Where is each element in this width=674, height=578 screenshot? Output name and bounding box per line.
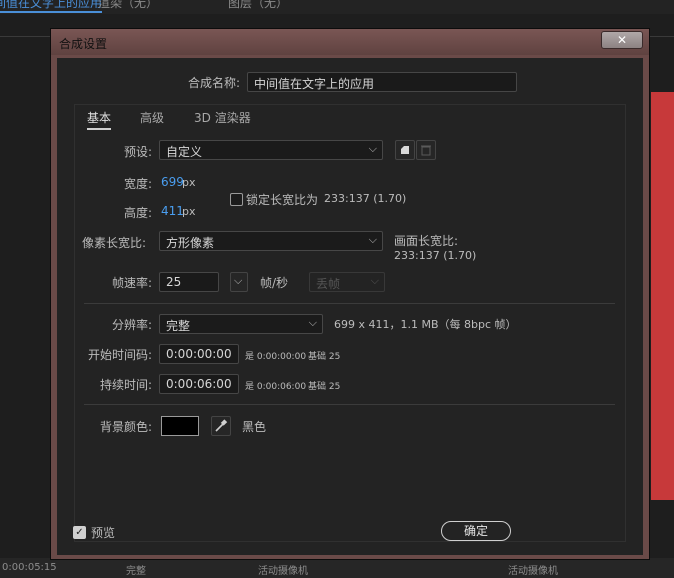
bg-color-swatch[interactable] xyxy=(161,416,199,436)
chevron-down-icon: ⌵ xyxy=(308,316,317,329)
chevron-down-icon: ⌵ xyxy=(368,233,377,246)
frame-rate-unit: 帧/秒 xyxy=(260,276,289,290)
lock-aspect-label: 锁定长宽比为 xyxy=(246,193,319,207)
background-tab-composition[interactable]: 中间值在文字上的应用 xyxy=(0,0,103,13)
resolution-label: 分辨率: xyxy=(112,318,153,332)
drop-frame-value: 丢帧 xyxy=(316,277,341,291)
background-tab-render[interactable]: 渲染（无） xyxy=(98,0,158,11)
close-button[interactable]: ✕ xyxy=(601,31,643,49)
resolution-info: 699 x 411，1.1 MB（每 8bpc 帧） xyxy=(334,318,517,331)
tab-advanced[interactable]: 高级 xyxy=(140,109,164,126)
preset-value: 自定义 xyxy=(166,145,203,159)
duration-equals: 是 0:00:06:00 xyxy=(245,382,307,392)
frame-rate-input[interactable]: 25 xyxy=(159,272,219,292)
eyedropper-button[interactable] xyxy=(211,416,231,436)
background-tab-layer[interactable]: 图层（无） xyxy=(228,0,288,11)
dialog-titlebar[interactable]: 合成设置 ✕ xyxy=(51,29,649,55)
lock-aspect-ratio: 233:137 (1.70) xyxy=(324,192,407,205)
start-timecode-base: 基础 25 xyxy=(308,352,341,362)
frame-aspect-value: 233:137 (1.70) xyxy=(394,249,477,262)
background-camera[interactable]: 活动摄像机 xyxy=(258,562,308,577)
preset-select[interactable]: 自定义 ⌵ xyxy=(159,140,383,160)
dialog-content: 合成名称: 中间值在文字上的应用 基本 高级 3D 渲染器 预设: 自定义 ⌵ … xyxy=(57,58,643,555)
resolution-select[interactable]: 完整 ⌵ xyxy=(159,314,323,334)
chevron-down-icon: ⌵ xyxy=(368,142,377,155)
width-value[interactable]: 699 xyxy=(161,175,184,189)
section-divider xyxy=(84,404,615,405)
delete-preset-button[interactable] xyxy=(416,140,436,160)
duration-input[interactable]: 0:00:06:00 xyxy=(159,374,239,394)
save-preset-button[interactable] xyxy=(395,140,415,160)
background-camera-2[interactable]: 活动摄像机 xyxy=(508,562,558,577)
height-unit: px xyxy=(182,205,196,218)
preset-label: 预设: xyxy=(124,145,153,159)
comp-name-label: 合成名称: xyxy=(188,76,241,90)
width-label: 宽度: xyxy=(124,177,153,191)
ok-button[interactable]: 确定 xyxy=(441,521,511,541)
background-tab-bar: 中间值在文字上的应用 渲染（无） 图层（无） xyxy=(0,0,674,14)
background-composition-preview xyxy=(651,92,674,500)
comp-name-input[interactable]: 中间值在文字上的应用 xyxy=(247,72,517,92)
duration-label: 持续时间: xyxy=(100,378,153,392)
resolution-value: 完整 xyxy=(166,319,191,333)
trash-icon xyxy=(421,145,431,156)
width-unit: px xyxy=(182,176,196,189)
height-label: 高度: xyxy=(124,206,153,220)
pixel-aspect-value: 方形像素 xyxy=(166,236,215,250)
start-timecode-input[interactable]: 0:00:00:00 xyxy=(159,344,239,364)
height-value[interactable]: 411 xyxy=(161,204,184,218)
bg-color-name: 黑色 xyxy=(242,420,267,434)
background-viewer-toolbar: 0:00:05:15 完整 活动摄像机 活动摄像机 xyxy=(0,558,674,578)
frame-rate-dropdown-button[interactable]: ⌵ xyxy=(230,272,248,292)
preview-checkbox[interactable]: ✓ xyxy=(73,526,86,539)
background-resolution[interactable]: 完整 xyxy=(126,562,146,577)
frame-aspect-label: 画面长宽比: xyxy=(394,234,459,248)
start-timecode-label: 开始时间码: xyxy=(88,348,153,362)
save-preset-icon xyxy=(401,146,409,154)
chevron-down-icon: ⌵ xyxy=(234,274,243,287)
dialog-title: 合成设置 xyxy=(59,37,108,51)
start-timecode-equals: 是 0:00:00:00 xyxy=(245,352,307,362)
duration-base: 基础 25 xyxy=(308,382,341,392)
tab-3d-renderer[interactable]: 3D 渲染器 xyxy=(194,109,251,126)
bg-color-label: 背景颜色: xyxy=(100,420,153,434)
eyedropper-icon xyxy=(215,419,228,432)
drop-frame-select: 丢帧 ⌵ xyxy=(309,272,385,292)
lock-aspect-checkbox[interactable] xyxy=(230,193,243,206)
background-timecode[interactable]: 0:00:05:15 xyxy=(2,562,57,573)
composition-settings-dialog: 合成设置 ✕ 合成名称: 中间值在文字上的应用 基本 高级 3D 渲染器 预设:… xyxy=(50,28,650,560)
pixel-aspect-select[interactable]: 方形像素 ⌵ xyxy=(159,231,383,251)
tab-basic[interactable]: 基本 xyxy=(87,109,112,130)
frame-rate-label: 帧速率: xyxy=(112,276,153,290)
preview-label: 预览 xyxy=(91,526,116,540)
pixel-aspect-label: 像素长宽比: xyxy=(82,236,147,250)
section-divider xyxy=(84,303,615,304)
chevron-down-icon: ⌵ xyxy=(370,274,379,287)
close-icon: ✕ xyxy=(616,33,628,47)
